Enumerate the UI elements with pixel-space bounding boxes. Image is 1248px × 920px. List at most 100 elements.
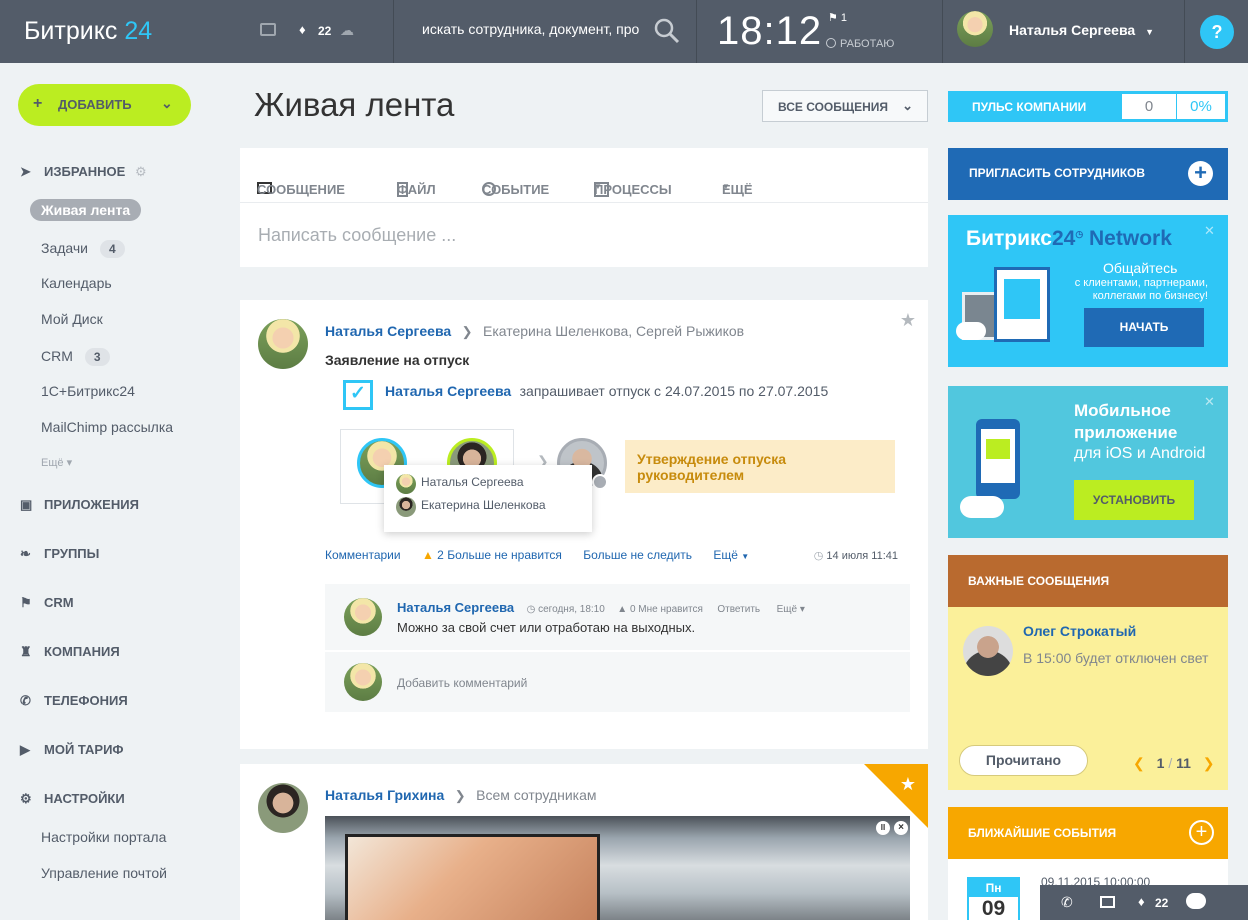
post-recipients[interactable]: Екатерина Шеленкова, Сергей Рыжиков: [483, 323, 744, 339]
comments-link[interactable]: Комментарии: [325, 548, 401, 562]
phone-icon[interactable]: ✆: [1061, 894, 1073, 911]
flag-icon: ⚑: [20, 595, 32, 610]
sidebar-item-mailchimp[interactable]: MailChimp рассылка: [41, 419, 173, 435]
unfollow-link[interactable]: Больше не следить: [583, 548, 692, 562]
sidebar-item-mail-settings[interactable]: Управление почтой: [41, 865, 167, 881]
close-icon[interactable]: ✕: [1204, 223, 1215, 239]
sidebar-more[interactable]: Ещё ▾: [41, 456, 72, 469]
notify-count[interactable]: 22: [1155, 896, 1168, 910]
compose-input[interactable]: Написать сообщение ...: [258, 225, 456, 246]
message-author-avatar[interactable]: [963, 626, 1013, 676]
add-button[interactable]: + ДОБАВИТЬ ⌄: [18, 84, 191, 126]
close-icon[interactable]: ×: [894, 821, 908, 835]
search-input[interactable]: искать сотрудника, документ, про: [422, 21, 640, 37]
prev-icon[interactable]: ❮: [1133, 755, 1145, 771]
bell-icon[interactable]: ♦: [1138, 894, 1145, 909]
request-text: запрашивает отпуск с 24.07.2015 по 27.07…: [519, 383, 829, 399]
mobile-banner: ✕ Мобильное приложение для iOS и Android…: [948, 386, 1228, 538]
chevron-down-icon: ⌄: [902, 98, 913, 113]
star-icon[interactable]: ★: [900, 774, 916, 795]
network-start-button[interactable]: НАЧАТЬ: [1084, 308, 1204, 347]
comment-author[interactable]: Наталья Сергеева: [397, 600, 514, 615]
sidebar-section-tariff[interactable]: ▶ МОЙ ТАРИФ: [20, 742, 124, 758]
mark-read-button[interactable]: Прочитано: [959, 745, 1088, 776]
divider: [1184, 0, 1185, 63]
important-header: ВАЖНЫЕ СООБЩЕНИЯ: [948, 555, 1228, 607]
post-author[interactable]: Наталья Грихина: [325, 787, 444, 803]
sidebar-item-crm[interactable]: CRM 3: [41, 348, 110, 366]
gear-icon[interactable]: ⚙: [135, 164, 147, 179]
mobile-title: Мобильное приложение: [1074, 401, 1178, 442]
sidebar-item-tasks[interactable]: Задачи 4: [41, 240, 125, 258]
work-status[interactable]: РАБОТАЮ: [826, 38, 894, 50]
composer: СООБЩЕНИЕ ФАЙЛ СОБЫТИЕ ПРОЦЕССЫ ▼ ЕЩЁ ▼ …: [240, 148, 928, 267]
post-recipients[interactable]: Всем сотрудникам: [476, 787, 596, 803]
logo[interactable]: Битрикс 24: [24, 17, 152, 46]
divider: [696, 0, 697, 63]
tag-icon: ▶: [20, 742, 30, 757]
request-author[interactable]: Наталья Сергеева: [385, 383, 511, 399]
liker-name[interactable]: Наталья Сергеева: [421, 475, 524, 489]
mobile-sub: для iOS и Android: [1074, 445, 1206, 462]
add-event-icon[interactable]: +: [1189, 820, 1214, 845]
more-link[interactable]: Ещё ▼: [713, 548, 749, 562]
notify-count[interactable]: 22: [318, 24, 331, 38]
pulse-value: 0: [1122, 94, 1176, 119]
post-author[interactable]: Наталья Сергеева: [325, 323, 451, 339]
gear-icon: ⚙: [20, 791, 32, 806]
comment-text: Можно за свой счет или отработаю на выхо…: [397, 620, 696, 635]
pin-icon: ➤: [20, 164, 31, 179]
counter-badge: 3: [84, 348, 110, 366]
sidebar-section-company[interactable]: ♜ КОМПАНИЯ: [20, 644, 120, 660]
video-screen: [345, 834, 600, 920]
sidebar-section-apps[interactable]: ▣ ПРИЛОЖЕНИЯ: [20, 497, 139, 513]
sidebar-section-settings[interactable]: ⚙ НАСТРОЙКИ: [20, 791, 125, 807]
help-button[interactable]: ?: [1200, 15, 1234, 49]
request-icon: ✓: [343, 380, 373, 410]
record-icon: [826, 38, 836, 48]
comment-more[interactable]: Ещё ▾: [777, 604, 805, 615]
phone-icon: ✆: [20, 693, 31, 708]
sidebar-item-portal-settings[interactable]: Настройки портала: [41, 829, 166, 845]
sidebar-section-telephony[interactable]: ✆ ТЕЛЕФОНИЯ: [20, 693, 128, 709]
clock-icon: [592, 474, 608, 490]
like-button[interactable]: ▲ 2 Больше не нравится: [422, 548, 562, 562]
author-avatar[interactable]: [258, 783, 308, 833]
network-banner: ✕ Битрикс24◷ Network Общайтесь с клиента…: [948, 215, 1228, 367]
sidebar-section-groups[interactable]: ❧ ГРУППЫ: [20, 546, 99, 562]
filter-dropdown[interactable]: ВСЕ СООБЩЕНИЯ ⌄: [762, 90, 928, 122]
sidebar-section-crm[interactable]: ⚑ CRM: [20, 595, 74, 611]
sidebar-item-1c[interactable]: 1С+Битрикс24: [41, 383, 135, 399]
search-icon[interactable]: [654, 18, 680, 44]
comment-like[interactable]: ▲ 0 Мне нравится: [617, 604, 703, 615]
favorites-header[interactable]: ➤ ИЗБРАННОЕ ⚙: [20, 164, 147, 180]
author-avatar[interactable]: [258, 319, 308, 369]
cloud-icon[interactable]: [1186, 893, 1206, 909]
user-name[interactable]: Наталья Сергеева ▼: [1009, 22, 1154, 38]
video-player[interactable]: II ×: [325, 816, 910, 920]
sidebar-item-calendar[interactable]: Календарь: [41, 275, 112, 291]
plus-icon: +: [1188, 161, 1213, 186]
invite-label: ПРИГЛАСИТЬ СОТРУДНИКОВ: [969, 166, 1146, 180]
star-icon[interactable]: ★: [900, 310, 916, 331]
clock[interactable]: 18:12: [717, 9, 822, 54]
install-button[interactable]: УСТАНОВИТЬ: [1074, 480, 1194, 520]
user-avatar[interactable]: [957, 11, 993, 47]
pause-icon[interactable]: II: [876, 821, 890, 835]
sidebar-item-feed[interactable]: Живая лента: [30, 199, 142, 221]
reply-link[interactable]: Ответить: [717, 604, 760, 615]
bell-icon[interactable]: ♦: [299, 22, 306, 37]
arrow-icon: ❯: [454, 788, 466, 803]
sidebar-item-disk[interactable]: Мой Диск: [41, 311, 103, 327]
message-author[interactable]: Олег Строкатый: [1023, 623, 1136, 639]
add-comment[interactable]: Добавить комментарий: [325, 652, 910, 712]
cloud-icon[interactable]: ☁: [340, 22, 354, 39]
liker-name[interactable]: Екатерина Шеленкова: [421, 498, 546, 512]
chat-icon[interactable]: [1100, 896, 1115, 908]
next-icon[interactable]: ❯: [1203, 755, 1215, 771]
chat-icon[interactable]: [260, 23, 276, 36]
company-pulse[interactable]: ПУЛЬС КОМПАНИИ 0 0%: [948, 91, 1228, 122]
comment-avatar[interactable]: [344, 598, 382, 636]
invite-button[interactable]: ПРИГЛАСИТЬ СОТРУДНИКОВ +: [948, 148, 1228, 200]
pulse-label: ПУЛЬС КОМПАНИИ: [972, 100, 1087, 114]
